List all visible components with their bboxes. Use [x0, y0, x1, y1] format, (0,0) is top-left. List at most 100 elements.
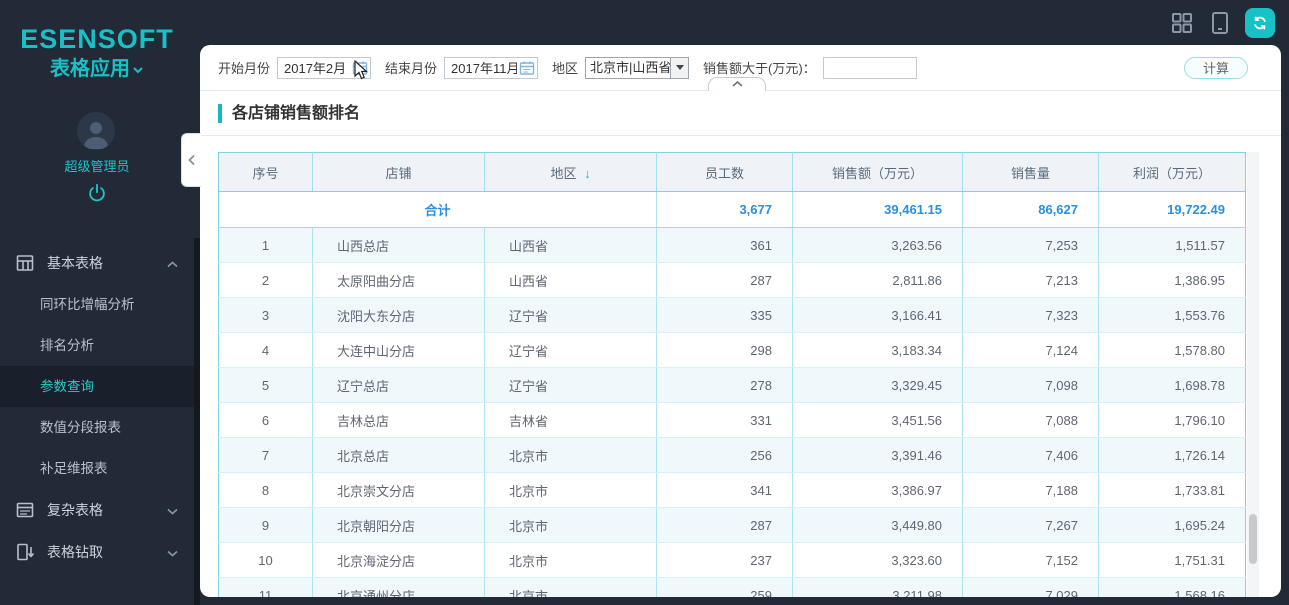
calculate-button[interactable]: 计算: [1184, 56, 1248, 79]
start-month-field: [277, 56, 372, 79]
region-value: 北京市|山西省|辽: [590, 59, 671, 75]
cell: 北京市: [484, 472, 657, 508]
sidebar-item-0-4[interactable]: 补足维报表: [0, 448, 194, 489]
cell: 1,751.31: [1098, 542, 1246, 578]
cell: 2,811.86: [792, 262, 963, 298]
table-row: 8 北京崇文分店 北京市 341 3,386.97 7,188 1,733.81: [218, 472, 1246, 508]
column-header-0: 序号: [218, 152, 313, 192]
cell: 3,211.98: [792, 577, 963, 597]
cell: 7,029: [962, 577, 1099, 597]
dropdown-arrow-icon[interactable]: [670, 57, 689, 78]
cell: 10: [218, 542, 313, 578]
calendar-icon[interactable]: [519, 60, 535, 76]
sidebar-item-0-0[interactable]: 同环比增幅分析: [0, 284, 194, 325]
report-table-wrap: 序号 店铺 地区 ↓ 员工数 销售额（万元） 销售量 利润（万元） 合计 3,677 39,46…: [218, 152, 1247, 597]
cell: 3,166.41: [792, 297, 963, 333]
cell: 3,183.34: [792, 332, 963, 368]
cell: 1,578.80: [1098, 332, 1246, 368]
app-switcher[interactable]: 表格应用: [0, 52, 194, 81]
table-scrollbar-thumb[interactable]: [1249, 514, 1257, 564]
table-row: 11 北京通州分店 北京市 259 3,211.98 7,029 1,568.16: [218, 577, 1246, 597]
table-scrollbar-track[interactable]: [1247, 152, 1259, 597]
chevron-up-icon: [167, 255, 178, 271]
cell: 256: [656, 437, 793, 473]
table-row: 9 北京朝阳分店 北京市 287 3,449.80 7,267 1,695.24: [218, 507, 1246, 543]
table-row: 1 山西总店 山西省 361 3,263.56 7,253 1,511.57: [218, 227, 1246, 263]
cell: 3,449.80: [792, 507, 963, 543]
cell: 9: [218, 507, 313, 543]
logout-power-icon[interactable]: [86, 182, 108, 204]
sidebar-section-label: 表格钻取: [47, 544, 103, 560]
column-header-2[interactable]: 地区 ↓: [484, 152, 657, 192]
cell: 7: [218, 437, 313, 473]
region-select[interactable]: 北京市|山西省|辽: [585, 56, 690, 79]
cell: 287: [656, 507, 793, 543]
summary-value-2: 86,627: [962, 191, 1099, 228]
cell: 335: [656, 297, 793, 333]
sidebar-menu: 基本表格 同环比增幅分析 排名分析 参数查询 数值分段报表 补足维报表复杂表格表格钻取: [0, 242, 194, 573]
end-month-field: [444, 56, 539, 79]
cell: 5: [218, 367, 313, 403]
sort-desc-icon: ↓: [584, 165, 591, 181]
cell: 3,323.60: [792, 542, 963, 578]
sidebar-section-2[interactable]: 表格钻取: [0, 531, 194, 573]
column-header-1: 店铺: [312, 152, 485, 192]
cell: 3,263.56: [792, 227, 963, 263]
cell: 1,568.16: [1098, 577, 1246, 597]
cell: 辽宁总店: [312, 367, 485, 403]
user-name: 超级管理员: [64, 159, 130, 174]
cell: 1,733.81: [1098, 472, 1246, 508]
cell: 1,726.14: [1098, 437, 1246, 473]
sidebar-item-0-2[interactable]: 参数查询: [0, 366, 194, 407]
cell: 331: [656, 402, 793, 438]
cell: 3,329.45: [792, 367, 963, 403]
cell: 辽宁省: [484, 297, 657, 333]
sidebar-section-0[interactable]: 基本表格: [0, 242, 194, 284]
cell: 沈阳大东分店: [312, 297, 485, 333]
cell: 341: [656, 472, 793, 508]
cell: 吉林省: [484, 402, 657, 438]
cell: 7,323: [962, 297, 1099, 333]
avatar[interactable]: [77, 112, 115, 150]
sidebar-item-0-1[interactable]: 排名分析: [0, 325, 194, 366]
calendar-icon[interactable]: [352, 60, 368, 76]
sidebar-item-0-3[interactable]: 数值分段报表: [0, 407, 194, 448]
sales-threshold-label: 销售额大于(万元)：: [703, 61, 816, 76]
cell: 北京市: [484, 577, 657, 597]
device-preview-icon[interactable]: [1207, 10, 1233, 36]
table-row: 10 北京海淀分店 北京市 237 3,323.60 7,152 1,751.31: [218, 542, 1246, 578]
grid-apps-icon[interactable]: [1169, 10, 1195, 36]
cell: 7,253: [962, 227, 1099, 263]
sales-threshold-input[interactable]: [822, 56, 917, 79]
column-header-3: 员工数: [656, 152, 793, 192]
sidebar: ESENSOFT 表格应用 超级管理员 基本表格 同环比增幅分析 排名分析 参数查询数…: [0, 0, 200, 605]
sidebar-section-1[interactable]: 复杂表格: [0, 489, 194, 531]
page-title: 各店铺销售额排名: [232, 105, 361, 122]
table-row: 3 沈阳大东分店 辽宁省 335 3,166.41 7,323 1,553.76: [218, 297, 1246, 333]
cell: 3,386.97: [792, 472, 963, 508]
filter-bar: 开始月份 结束月份 地区 北京市|: [200, 45, 1281, 91]
refresh-icon[interactable]: [1245, 8, 1275, 38]
cell: 287: [656, 262, 793, 298]
summary-value-3: 19,722.49: [1098, 191, 1246, 228]
sidebar-collapse-handle[interactable]: [181, 133, 201, 187]
filterbar-fold-tab[interactable]: [708, 77, 766, 91]
table-row: 2 太原阳曲分店 山西省 287 2,811.86 7,213 1,386.95: [218, 262, 1246, 298]
region-label: 地区: [552, 61, 579, 76]
cell: 辽宁省: [484, 332, 657, 368]
cell: 北京市: [484, 507, 657, 543]
cell: 298: [656, 332, 793, 368]
cell: 山西省: [484, 262, 657, 298]
cell: 北京崇文分店: [312, 472, 485, 508]
summary-value-0: 3,677: [656, 191, 793, 228]
column-header-6: 利润（万元）: [1098, 152, 1246, 192]
column-header-4: 销售额（万元）: [792, 152, 963, 192]
cell: 259: [656, 577, 793, 597]
chevron-down-icon: [167, 544, 178, 560]
sidebar-section-label: 复杂表格: [47, 502, 103, 518]
table-row: 6 吉林总店 吉林省 331 3,451.56 7,088 1,796.10: [218, 402, 1246, 438]
cell: 7,406: [962, 437, 1099, 473]
content-card: 开始月份 结束月份 地区 北京市|: [200, 45, 1281, 597]
cell: 237: [656, 542, 793, 578]
table-header-row: 序号 店铺 地区 ↓ 员工数 销售额（万元） 销售量 利润（万元）: [218, 152, 1246, 192]
